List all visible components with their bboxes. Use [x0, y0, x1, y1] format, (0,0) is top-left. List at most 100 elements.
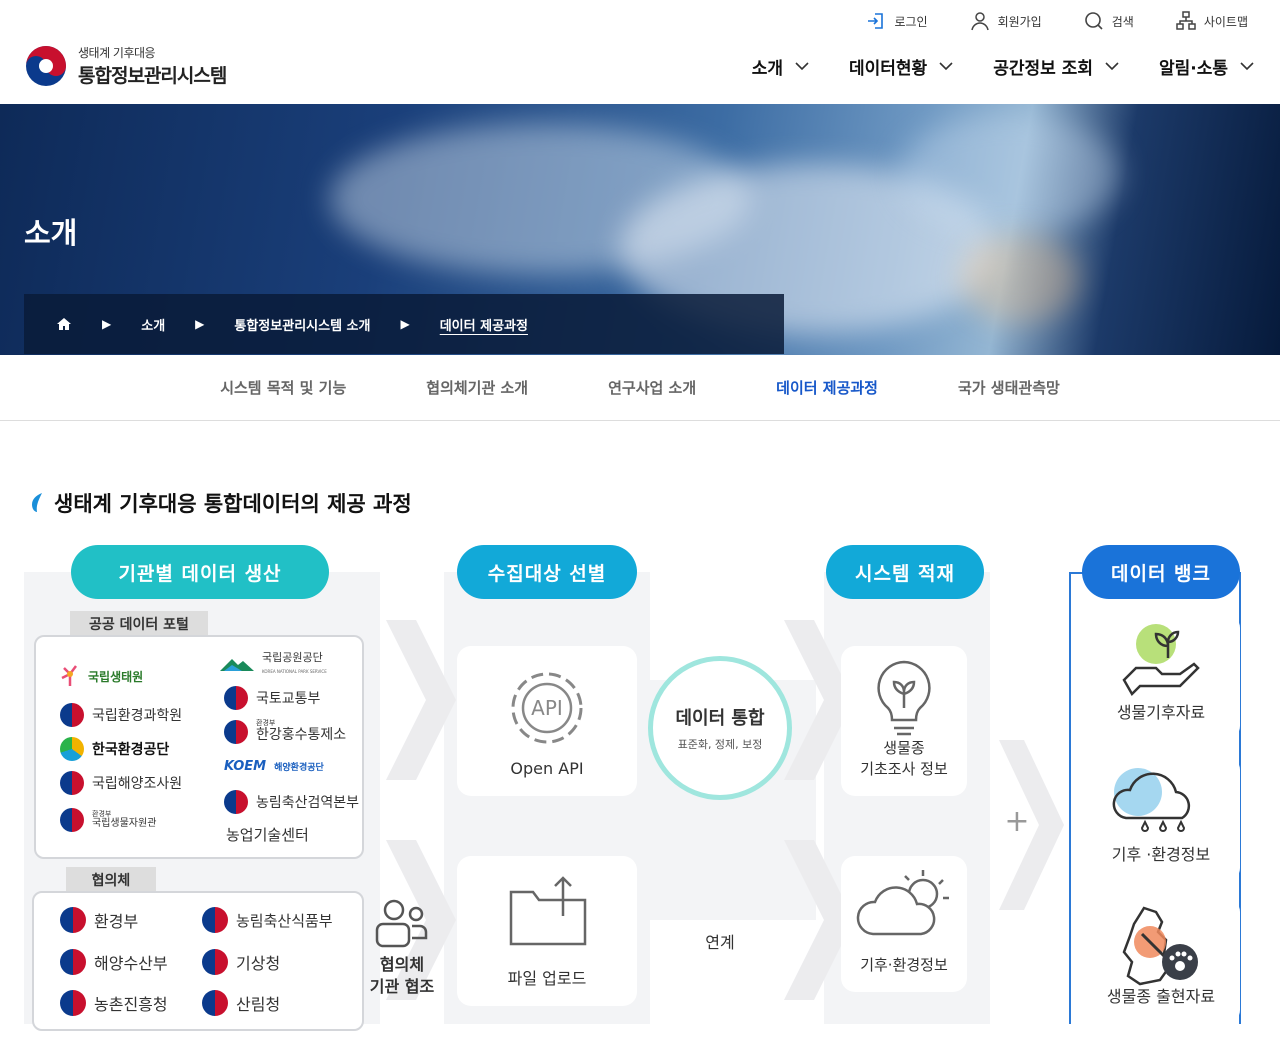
portal-tag: 공공 데이터 포털: [70, 611, 208, 637]
tab-research[interactable]: 연구사업 소개: [608, 377, 696, 398]
org-name: 해양환경공단: [274, 763, 324, 773]
home-icon[interactable]: [56, 317, 72, 331]
council-coop-label: 협의체 기관 협조: [369, 955, 435, 996]
sub-tabs: 시스템 목적 및 기능 협의체기관 소개 연구사업 소개 데이터 제공과정 국가…: [0, 355, 1280, 421]
stage-data-bank: 데이터 뱅크: [1082, 545, 1240, 599]
gnb-item-data-status[interactable]: 데이터현황: [849, 54, 953, 79]
org-name: 한국환경공단: [92, 742, 170, 758]
open-api-card: API Open API: [457, 646, 637, 796]
org-name: 농촌진흥청: [94, 995, 168, 1014]
breadcrumb-arrow-icon: ▶: [195, 317, 205, 331]
gnb-item-notice[interactable]: 알림·소통: [1159, 54, 1254, 79]
org-nie: 국립생태원: [60, 664, 143, 688]
process-diagram: 기관별 데이터 생산 수집대상 선별 시스템 적재 데이터 뱅크 공공 데이터 …: [24, 540, 1280, 1031]
breadcrumb-current[interactable]: 데이터 제공과정: [440, 315, 528, 334]
org-molit: 국토교통부: [224, 686, 320, 710]
org-name: 농림축산식품부: [236, 911, 333, 930]
org-name: 국립해양조사원: [92, 776, 183, 792]
climate-env-bank-card: 기후 ·환경정보: [1082, 756, 1240, 882]
taegeuk-emblem-icon: [224, 790, 248, 814]
org-name: 국립생태원: [88, 669, 144, 684]
signup-link[interactable]: 회원가입: [970, 10, 1042, 32]
file-upload-card: 파일 업로드: [457, 856, 637, 1006]
sys-card-label: 기후·환경정보: [860, 956, 948, 974]
leaf-icon: [32, 493, 42, 512]
bank-card-label: 기후 ·환경정보: [1111, 844, 1211, 864]
search-icon: [1084, 12, 1103, 30]
tab-national-observation[interactable]: 국가 생태관측망: [958, 377, 1060, 398]
taegeuk-emblem-icon: [202, 990, 228, 1016]
council-tag: 협의체: [66, 867, 156, 893]
taegeuk-emblem-icon: [60, 949, 86, 975]
org-mof: 해양수산부: [60, 949, 168, 975]
taegeuk-emblem-icon: [224, 686, 248, 710]
site-header: 로그인 회원가입 검색 사이트맵 생태계 기후대응 통합정보관리시스템 소개 데…: [0, 0, 1280, 104]
org-nibr: 환경부 국립생물자원관: [60, 808, 156, 832]
gnb-label: 알림·소통: [1158, 59, 1228, 79]
taegeuk-logo-icon: [26, 46, 66, 86]
gnb-item-spatial[interactable]: 공간정보 조회: [993, 54, 1119, 79]
chevron-down-icon: [939, 62, 953, 71]
tab-system-purpose[interactable]: 시스템 목적 및 기능: [220, 377, 346, 398]
org-name: 해양수산부: [94, 954, 168, 973]
taegeuk-emblem-icon: [60, 771, 84, 795]
plus-sign: +: [1004, 804, 1030, 839]
breadcrumb: ▶ 소개 ▶ 통합정보관리시스템 소개 ▶ 데이터 제공과정: [24, 294, 784, 354]
cloud-sun-icon: [856, 870, 949, 936]
org-hrfco: 환경부 한강홍수통제소: [224, 720, 346, 744]
user-icon: [970, 12, 989, 31]
nie-logo-icon: [61, 665, 77, 686]
login-link[interactable]: 로그인: [866, 10, 928, 32]
stage-data-production: 기관별 데이터 생산: [71, 545, 329, 599]
taegeuk-emblem-icon: [60, 808, 84, 832]
org-kma: 기상청: [202, 949, 280, 975]
search-label: 검색: [1111, 14, 1134, 29]
org-kfs: 산림청: [202, 990, 280, 1016]
gnb-label: 공간정보 조회: [993, 59, 1093, 79]
sys-card-label: 생물종 기초조사 정보: [860, 739, 948, 778]
search-link[interactable]: 검색: [1084, 10, 1134, 32]
taegeuk-emblem-icon: [60, 907, 86, 933]
site-logo[interactable]: 생태계 기후대응 통합정보관리시스템: [24, 44, 227, 88]
korea-map-paw-icon: [1122, 906, 1198, 986]
sitemap-link[interactable]: 사이트맵: [1176, 10, 1248, 32]
org-name: 기상청: [236, 954, 281, 973]
login-icon: [868, 13, 884, 29]
section-heading: 생태계 기후대응 통합데이터의 제공 과정: [28, 488, 412, 518]
org-name: 산림청: [236, 995, 281, 1014]
hand-sprout-icon: [1122, 624, 1200, 697]
breadcrumb-item[interactable]: 소개: [141, 315, 165, 334]
koem-logo-text: KOEM: [224, 759, 267, 774]
integration-sub: 표준화, 정제, 보정: [677, 738, 763, 751]
gnb-label: 데이터현황: [849, 59, 928, 79]
gnb-label: 소개: [751, 59, 783, 79]
logo-title: 통합정보관리시스템: [78, 65, 227, 87]
org-khoa: 국립해양조사원: [60, 771, 182, 795]
keco-logo-icon: [60, 737, 84, 761]
upload-label: 파일 업로드: [507, 968, 587, 988]
utility-menu: 로그인 회원가입 검색 사이트맵: [866, 10, 1248, 32]
bio-climate-card: 생물기후자료: [1082, 614, 1240, 740]
chevron-down-icon: [795, 62, 809, 71]
taegeuk-emblem-icon: [60, 990, 86, 1016]
api-label: Open API: [510, 758, 584, 778]
earth-cloud-decoration: [900, 114, 1120, 234]
org-name: 한강홍수통제소: [256, 727, 347, 744]
tab-data-process[interactable]: 데이터 제공과정: [776, 377, 878, 398]
lightbulb-sprout-icon: [877, 660, 931, 736]
city-lights-decoration: [960, 234, 1080, 324]
org-mafra: 농림축산식품부: [202, 907, 333, 933]
knps-mountain-logo-icon: [220, 659, 254, 672]
api-icon-text: API: [531, 696, 563, 720]
logo-subtitle: 생태계 기후대응: [78, 46, 156, 60]
org-name: 국립환경과학원: [92, 708, 183, 724]
breadcrumb-item[interactable]: 통합정보관리시스템 소개: [234, 315, 370, 334]
rain-cloud-icon: [1112, 768, 1191, 832]
org-nier: 국립환경과학원: [60, 703, 182, 727]
taegeuk-emblem-icon: [60, 703, 84, 727]
data-integration-circle: 데이터 통합 표준화, 정제, 보정: [648, 656, 792, 800]
gnb-item-intro[interactable]: 소개: [752, 54, 809, 79]
integration-title: 데이터 통합: [675, 708, 765, 729]
tab-council[interactable]: 협의체기관 소개: [426, 377, 528, 398]
link-label: 연계: [705, 933, 735, 952]
